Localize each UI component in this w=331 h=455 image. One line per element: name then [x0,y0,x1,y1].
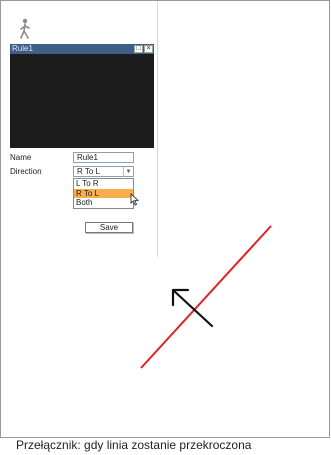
crossing-diagram [140,225,272,369]
trigger-line [140,225,272,369]
caption-text: Przełącznik: gdy linia zostanie przekroc… [16,438,252,452]
